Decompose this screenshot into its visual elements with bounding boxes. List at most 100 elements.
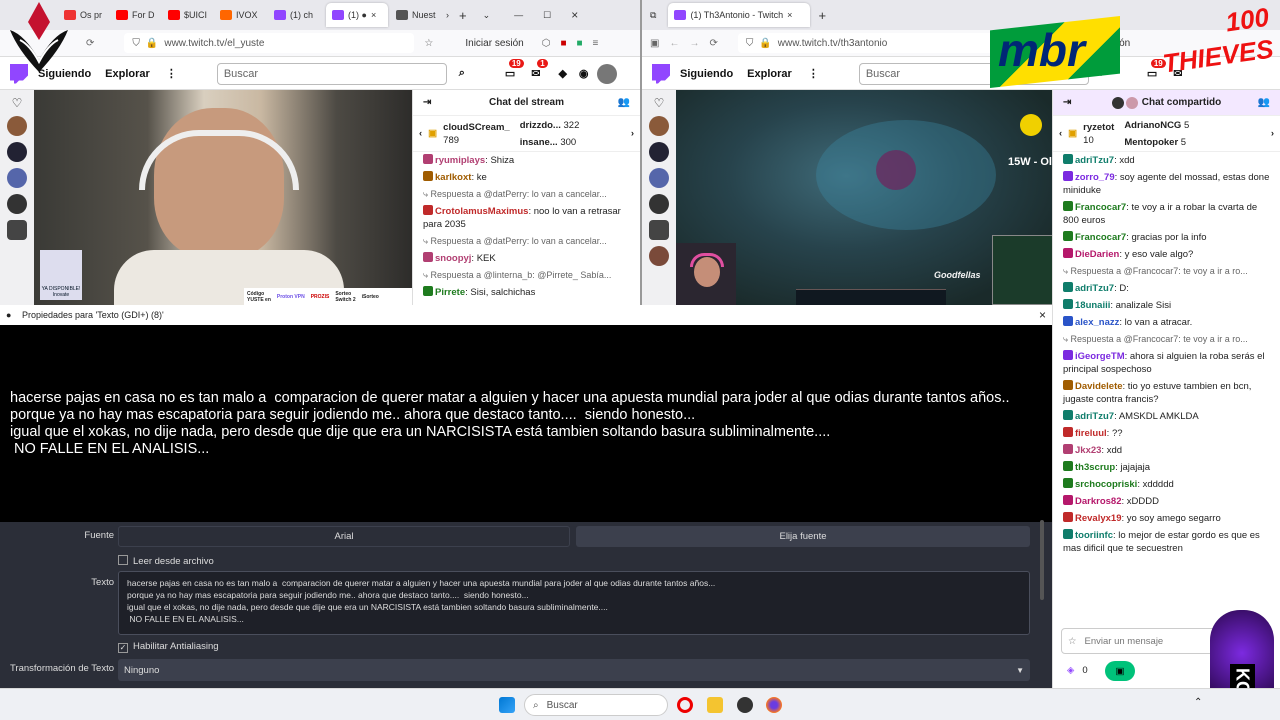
chat-username[interactable]: Revalyx19	[1075, 513, 1121, 524]
chat-username[interactable]: iGeorgeTM	[1075, 351, 1125, 362]
tab-3[interactable]: $UICI	[162, 3, 212, 27]
text-transform-select[interactable]: Ninguno ▼	[118, 659, 1030, 681]
chevron-left-icon[interactable]: ‹	[1059, 127, 1062, 140]
twitch-logo-icon[interactable]	[652, 63, 670, 84]
chevron-left-icon[interactable]: ‹	[419, 127, 422, 140]
reload-icon[interactable]: ⟳	[86, 38, 94, 49]
channel-avatar[interactable]	[7, 220, 27, 240]
chat-username[interactable]: Francocar7	[1075, 232, 1126, 243]
choose-font-button[interactable]: Elija fuente	[576, 526, 1030, 547]
forward-icon[interactable]: →	[689, 38, 699, 49]
more-icon[interactable]: ⋮	[166, 67, 177, 80]
chevron-right-icon[interactable]: ›	[446, 10, 449, 20]
obs-icon[interactable]	[737, 697, 753, 713]
chat-username[interactable]: 18unaiii	[1075, 300, 1110, 311]
tab-active[interactable]: (1) Th3Antonio - Twitch ×	[668, 3, 811, 27]
chat-username[interactable]: tooriinfc	[1075, 530, 1113, 541]
address-field[interactable]: ⛉ 🔒 www.twitch.tv/el_yuste	[124, 33, 415, 53]
tab-5[interactable]: (1) ch	[268, 3, 324, 27]
bookmark-icon[interactable]: ☆	[424, 38, 433, 49]
antialiasing-checkbox[interactable]: ✓ Habilitar Antialiasing	[118, 641, 219, 653]
menu-icon[interactable]: ≡	[593, 38, 599, 49]
channel-avatar[interactable]	[649, 246, 669, 266]
nav-explore[interactable]: Explorar	[105, 68, 150, 80]
chat-username[interactable]: ryumiplays	[435, 155, 485, 166]
channel-avatar[interactable]	[649, 142, 669, 162]
nav-following[interactable]: Siguiendo	[680, 68, 733, 80]
collapse-chat-icon[interactable]: ⇥	[1063, 96, 1071, 109]
channel-points[interactable]: ◈ 0	[1067, 664, 1088, 677]
scrollbar[interactable]	[1040, 520, 1044, 600]
new-tab-icon[interactable]: +	[459, 8, 467, 23]
minimize-icon[interactable]: —	[514, 10, 523, 20]
sidebar-toggle-icon[interactable]: ▣	[650, 38, 659, 49]
close-icon[interactable]: ×	[787, 10, 792, 20]
search-button[interactable]: ⌕	[449, 63, 475, 85]
tab-7[interactable]: Nuest	[390, 3, 440, 27]
extension-icon[interactable]: ■	[560, 38, 566, 49]
chevron-right-icon[interactable]: ›	[631, 127, 634, 140]
search-input[interactable]: Buscar	[216, 62, 447, 85]
channel-avatar[interactable]	[7, 142, 27, 162]
claim-bonus-button[interactable]: ▣	[1105, 661, 1135, 681]
webcam-video[interactable]: YA DISPONIBLE! Inovate Código YUSTE en Pr…	[34, 90, 412, 305]
channel-avatar[interactable]	[7, 168, 27, 188]
chat-username[interactable]: snoopyj	[435, 253, 471, 264]
chat-username[interactable]: adriTzu7	[1075, 411, 1114, 422]
more-icon[interactable]: ⋮	[808, 67, 819, 80]
channel-avatar[interactable]	[649, 194, 669, 214]
file-explorer-icon[interactable]	[707, 697, 723, 713]
collapse-chat-icon[interactable]: ⇥	[423, 96, 431, 109]
back-icon[interactable]: ←	[669, 38, 679, 49]
text-input[interactable]: hacerse pajas en casa no es tan malo a c…	[118, 571, 1030, 635]
tab-2[interactable]: For D	[110, 3, 160, 27]
chat-username[interactable]: adriTzu7	[1075, 155, 1114, 166]
close-icon[interactable]: ×	[371, 10, 376, 20]
tab-6-active[interactable]: (1) ● ×	[326, 3, 388, 27]
chat-username[interactable]: srchocopriski	[1075, 479, 1137, 490]
extension-icon[interactable]: ⬡	[542, 38, 551, 49]
users-icon[interactable]: 👥	[618, 96, 630, 109]
avatar[interactable]	[596, 63, 617, 84]
taskbar-search[interactable]: ⌕ Buscar	[524, 694, 668, 716]
chat-username[interactable]: DieDarien	[1075, 249, 1119, 260]
channel-avatar[interactable]	[649, 168, 669, 188]
tab-list-icon[interactable]: ⌄	[483, 10, 491, 21]
heart-icon[interactable]: ♡	[12, 96, 23, 110]
address-field[interactable]: ⛉ 🔒 www.twitch.tv/th3antonio	[737, 33, 1028, 53]
chat-username[interactable]: CrotolamusMaximus	[435, 206, 528, 217]
windows-start-icon[interactable]	[499, 697, 515, 713]
firefox-icon[interactable]	[766, 697, 782, 713]
heart-icon[interactable]: ♡	[654, 96, 665, 110]
chat-username[interactable]: Jkx23	[1075, 445, 1101, 456]
channel-avatar[interactable]	[649, 116, 669, 136]
emote-icon[interactable]: ☆	[1068, 635, 1077, 648]
read-from-file-checkbox[interactable]: Leer desde archivo	[118, 555, 214, 567]
tab-4[interactable]: IVOX	[214, 3, 266, 27]
tab-groups-icon[interactable]: ⧉	[650, 10, 656, 21]
chat-username[interactable]: zorro_79	[1075, 172, 1115, 183]
chat-username[interactable]: Pirrete	[435, 287, 465, 298]
close-icon[interactable]: ×	[1039, 308, 1046, 322]
channel-avatar[interactable]	[7, 116, 27, 136]
nav-explore[interactable]: Explorar	[747, 68, 792, 80]
close-window-icon[interactable]: ×	[571, 8, 578, 22]
maximize-icon[interactable]: ☐	[543, 10, 551, 21]
notifications-icon[interactable]: ▭ 19	[505, 59, 524, 80]
tray-chevron-icon[interactable]: ⌃	[1194, 697, 1202, 708]
chat-username[interactable]: adriTzu7	[1075, 283, 1114, 294]
chat-username[interactable]: th3scrup	[1075, 462, 1115, 473]
chat-username[interactable]: Darkros82	[1075, 496, 1121, 507]
account-signin[interactable]: Iniciar sesión	[465, 38, 523, 49]
channel-avatar[interactable]	[7, 194, 27, 214]
chat-username[interactable]: Francocar7	[1075, 202, 1126, 213]
opera-icon[interactable]	[677, 697, 693, 713]
chat-username[interactable]: alex_nazz	[1075, 317, 1119, 328]
chat-username[interactable]: fireluul	[1075, 428, 1107, 439]
chat-username[interactable]: karlkoxt	[435, 172, 471, 183]
prime-icon[interactable]: ◉	[579, 67, 589, 80]
new-tab-icon[interactable]: +	[818, 8, 826, 23]
inbox-icon[interactable]: ✉ 1	[531, 59, 548, 80]
chevron-right-icon[interactable]: ›	[1271, 127, 1274, 140]
bits-icon[interactable]: ◆	[558, 67, 566, 80]
